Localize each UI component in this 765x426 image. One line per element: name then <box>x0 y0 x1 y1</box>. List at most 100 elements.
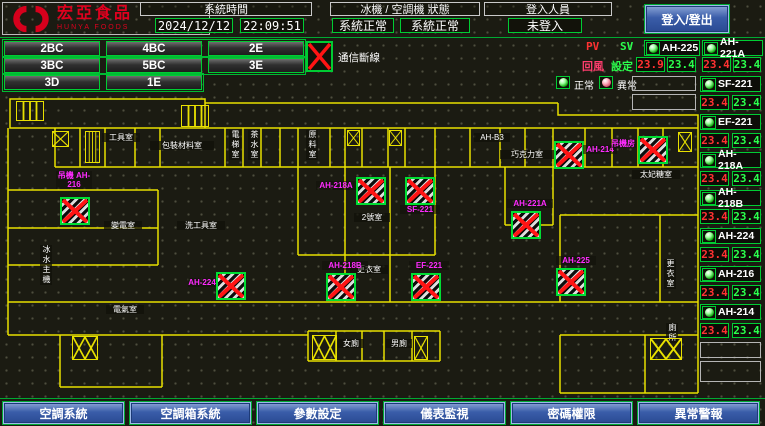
unit-name: SF-221 <box>718 78 752 90</box>
unit-name: AH-216 <box>718 268 754 280</box>
unit-button-ef-221[interactable]: EF-221 <box>700 114 761 130</box>
floor-button-4bc[interactable]: 4BC <box>106 41 202 56</box>
equipment-label: AH-218B <box>322 261 368 270</box>
chiller-status-box: 系統正常 <box>332 18 394 33</box>
elevator-shaft-icon <box>389 130 402 146</box>
unit-button-ah-218a[interactable]: AH-218A <box>700 152 761 168</box>
floor-button-5bc[interactable]: 5BC <box>106 58 202 73</box>
pv-value-ah-214: 23.4 <box>700 323 729 338</box>
normal-legend-label: 正常 <box>574 77 594 92</box>
floor-button-row-3: 3D 1E <box>2 73 204 92</box>
equipment-label: AH-221A <box>507 199 553 208</box>
comm-loss-icon <box>306 41 333 72</box>
unit-button-ah-218b[interactable]: AH-218B <box>700 190 761 206</box>
header-separator <box>0 37 765 38</box>
ahu-unit-icon-comm-loss[interactable] <box>326 273 356 301</box>
unit-button-ah-224[interactable]: AH-224 <box>700 228 761 244</box>
room-label: 茶水室 <box>248 130 260 160</box>
pv-desc-label: 回風 <box>582 58 604 74</box>
unit-button-ah-214[interactable]: AH-214 <box>700 304 761 320</box>
unit-name: AH-218B <box>718 186 760 210</box>
ac-status-box: 系統正常 <box>400 18 470 33</box>
floor-button-3d[interactable]: 3D <box>4 75 100 90</box>
unit-name: AH-225 <box>662 42 698 54</box>
nav-button-abnormal-alarm[interactable]: 異常警報 <box>638 402 759 424</box>
unit-name: AH-224 <box>718 230 754 242</box>
room-label: 冰水主機 <box>40 245 52 285</box>
ahu-unit-icon-comm-loss[interactable] <box>511 211 541 239</box>
unit-button-sf-221[interactable]: SF-221 <box>700 76 761 92</box>
nav-button-ac-system[interactable]: 空調系統 <box>3 402 124 424</box>
equipment-label: EF-221 <box>409 261 449 270</box>
login-logout-button[interactable]: 登入/登出 <box>645 5 729 33</box>
pv-value-ah-225: 23.9 <box>636 57 665 72</box>
status-led <box>704 42 718 55</box>
ahu-unit-icon-comm-loss[interactable] <box>638 136 668 164</box>
sv-value-ah-224: 23.4 <box>732 247 761 262</box>
status-led <box>702 192 716 205</box>
sv-value-ef-221: 23.4 <box>732 133 761 148</box>
unit-button-ah-225[interactable]: AH-225 <box>644 40 700 56</box>
status-led <box>702 154 716 167</box>
elevator-shaft-icon <box>312 335 337 360</box>
nav-button-meter-monitoring[interactable]: 儀表監視 <box>384 402 505 424</box>
unit-name: EF-221 <box>718 116 752 128</box>
equipment-label: 吊機 AH-216 <box>56 171 92 189</box>
sv-value-ah-218b: 23.4 <box>732 209 761 224</box>
equipment-label: 吊機房 <box>610 139 636 148</box>
unit-name: AH-214 <box>718 306 754 318</box>
sv-value-sf-221: 23.4 <box>732 95 761 110</box>
pv-value-ah-218b: 23.4 <box>700 209 729 224</box>
status-led <box>702 306 716 319</box>
empty-slot <box>632 76 696 91</box>
stairs-icon <box>181 105 209 127</box>
date-display: 2024/12/12 <box>155 18 233 33</box>
pv-value-ah-218a: 23.4 <box>700 171 729 186</box>
room-label: 包裝材料室 <box>150 141 214 150</box>
normal-led-icon <box>556 76 570 89</box>
sv-value-ah-214: 23.4 <box>732 323 761 338</box>
status-led <box>702 116 716 129</box>
floor-button-3e[interactable]: 3E <box>208 58 304 73</box>
time-display: 22:09:51 <box>240 18 304 33</box>
system-time-label: 系統時間 <box>140 2 312 16</box>
comm-loss-label: 通信斷線 <box>338 50 380 65</box>
sv-value-ah-225: 23.4 <box>667 57 696 72</box>
room-label: 原料室 <box>306 130 318 160</box>
floor-button-1e[interactable]: 1E <box>106 75 202 90</box>
elevator-shaft-icon <box>347 130 360 146</box>
ahu-unit-icon-comm-loss[interactable] <box>405 177 435 205</box>
floor-button-2bc[interactable]: 2BC <box>4 41 100 56</box>
sv-value-ah-216: 23.4 <box>732 285 761 300</box>
ahu-unit-icon-comm-loss[interactable] <box>60 197 90 225</box>
ahu-unit-icon-comm-loss[interactable] <box>554 141 584 169</box>
ahu-unit-icon-comm-loss[interactable] <box>356 177 386 205</box>
nav-button-ahu-box-system[interactable]: 空調箱系統 <box>130 402 251 424</box>
room-label: 工具室 <box>102 133 140 142</box>
unit-button-ah-216[interactable]: AH-216 <box>700 266 761 282</box>
ahu-unit-icon-comm-loss[interactable] <box>216 272 246 300</box>
unit-button-ah-221a[interactable]: AH-221A <box>702 40 763 56</box>
elevator-shaft-icon <box>650 338 682 360</box>
elevator-shaft-icon <box>72 336 98 360</box>
room-label: 巧克力室 <box>500 150 554 159</box>
floor-button-2e[interactable]: 2E <box>208 41 304 56</box>
sv-value-ah-221a: 23.4 <box>733 57 761 72</box>
nav-button-parameter-settings[interactable]: 參數設定 <box>257 402 378 424</box>
elevator-shaft-icon <box>414 336 428 360</box>
nav-button-password-authority[interactable]: 密碼權限 <box>511 402 632 424</box>
ahu-unit-icon-comm-loss[interactable] <box>556 268 586 296</box>
elevator-shaft-icon <box>678 132 692 152</box>
room-label: 更衣室 <box>664 259 676 289</box>
equipment-label: SF-221 <box>400 205 440 214</box>
scada-screen: 宏亞食品 HUNYA FOODS 系統時間 2024/12/12 22:09:5… <box>0 0 765 426</box>
sv-desc-label: 設定 <box>611 58 633 74</box>
floor-button-3bc[interactable]: 3BC <box>4 58 100 73</box>
chiller-ahu-status-label: 冰機 / 空調機 狀態 <box>330 2 480 16</box>
room-label: 太妃糖室 <box>632 170 680 179</box>
logo-title: 宏亞食品 <box>57 6 133 22</box>
pv-value-ah-224: 23.4 <box>700 247 729 262</box>
login-status-box: 未登入 <box>508 18 582 33</box>
ahu-unit-icon-comm-loss[interactable] <box>411 273 441 301</box>
sv-value-ah-218a: 23.4 <box>732 171 761 186</box>
